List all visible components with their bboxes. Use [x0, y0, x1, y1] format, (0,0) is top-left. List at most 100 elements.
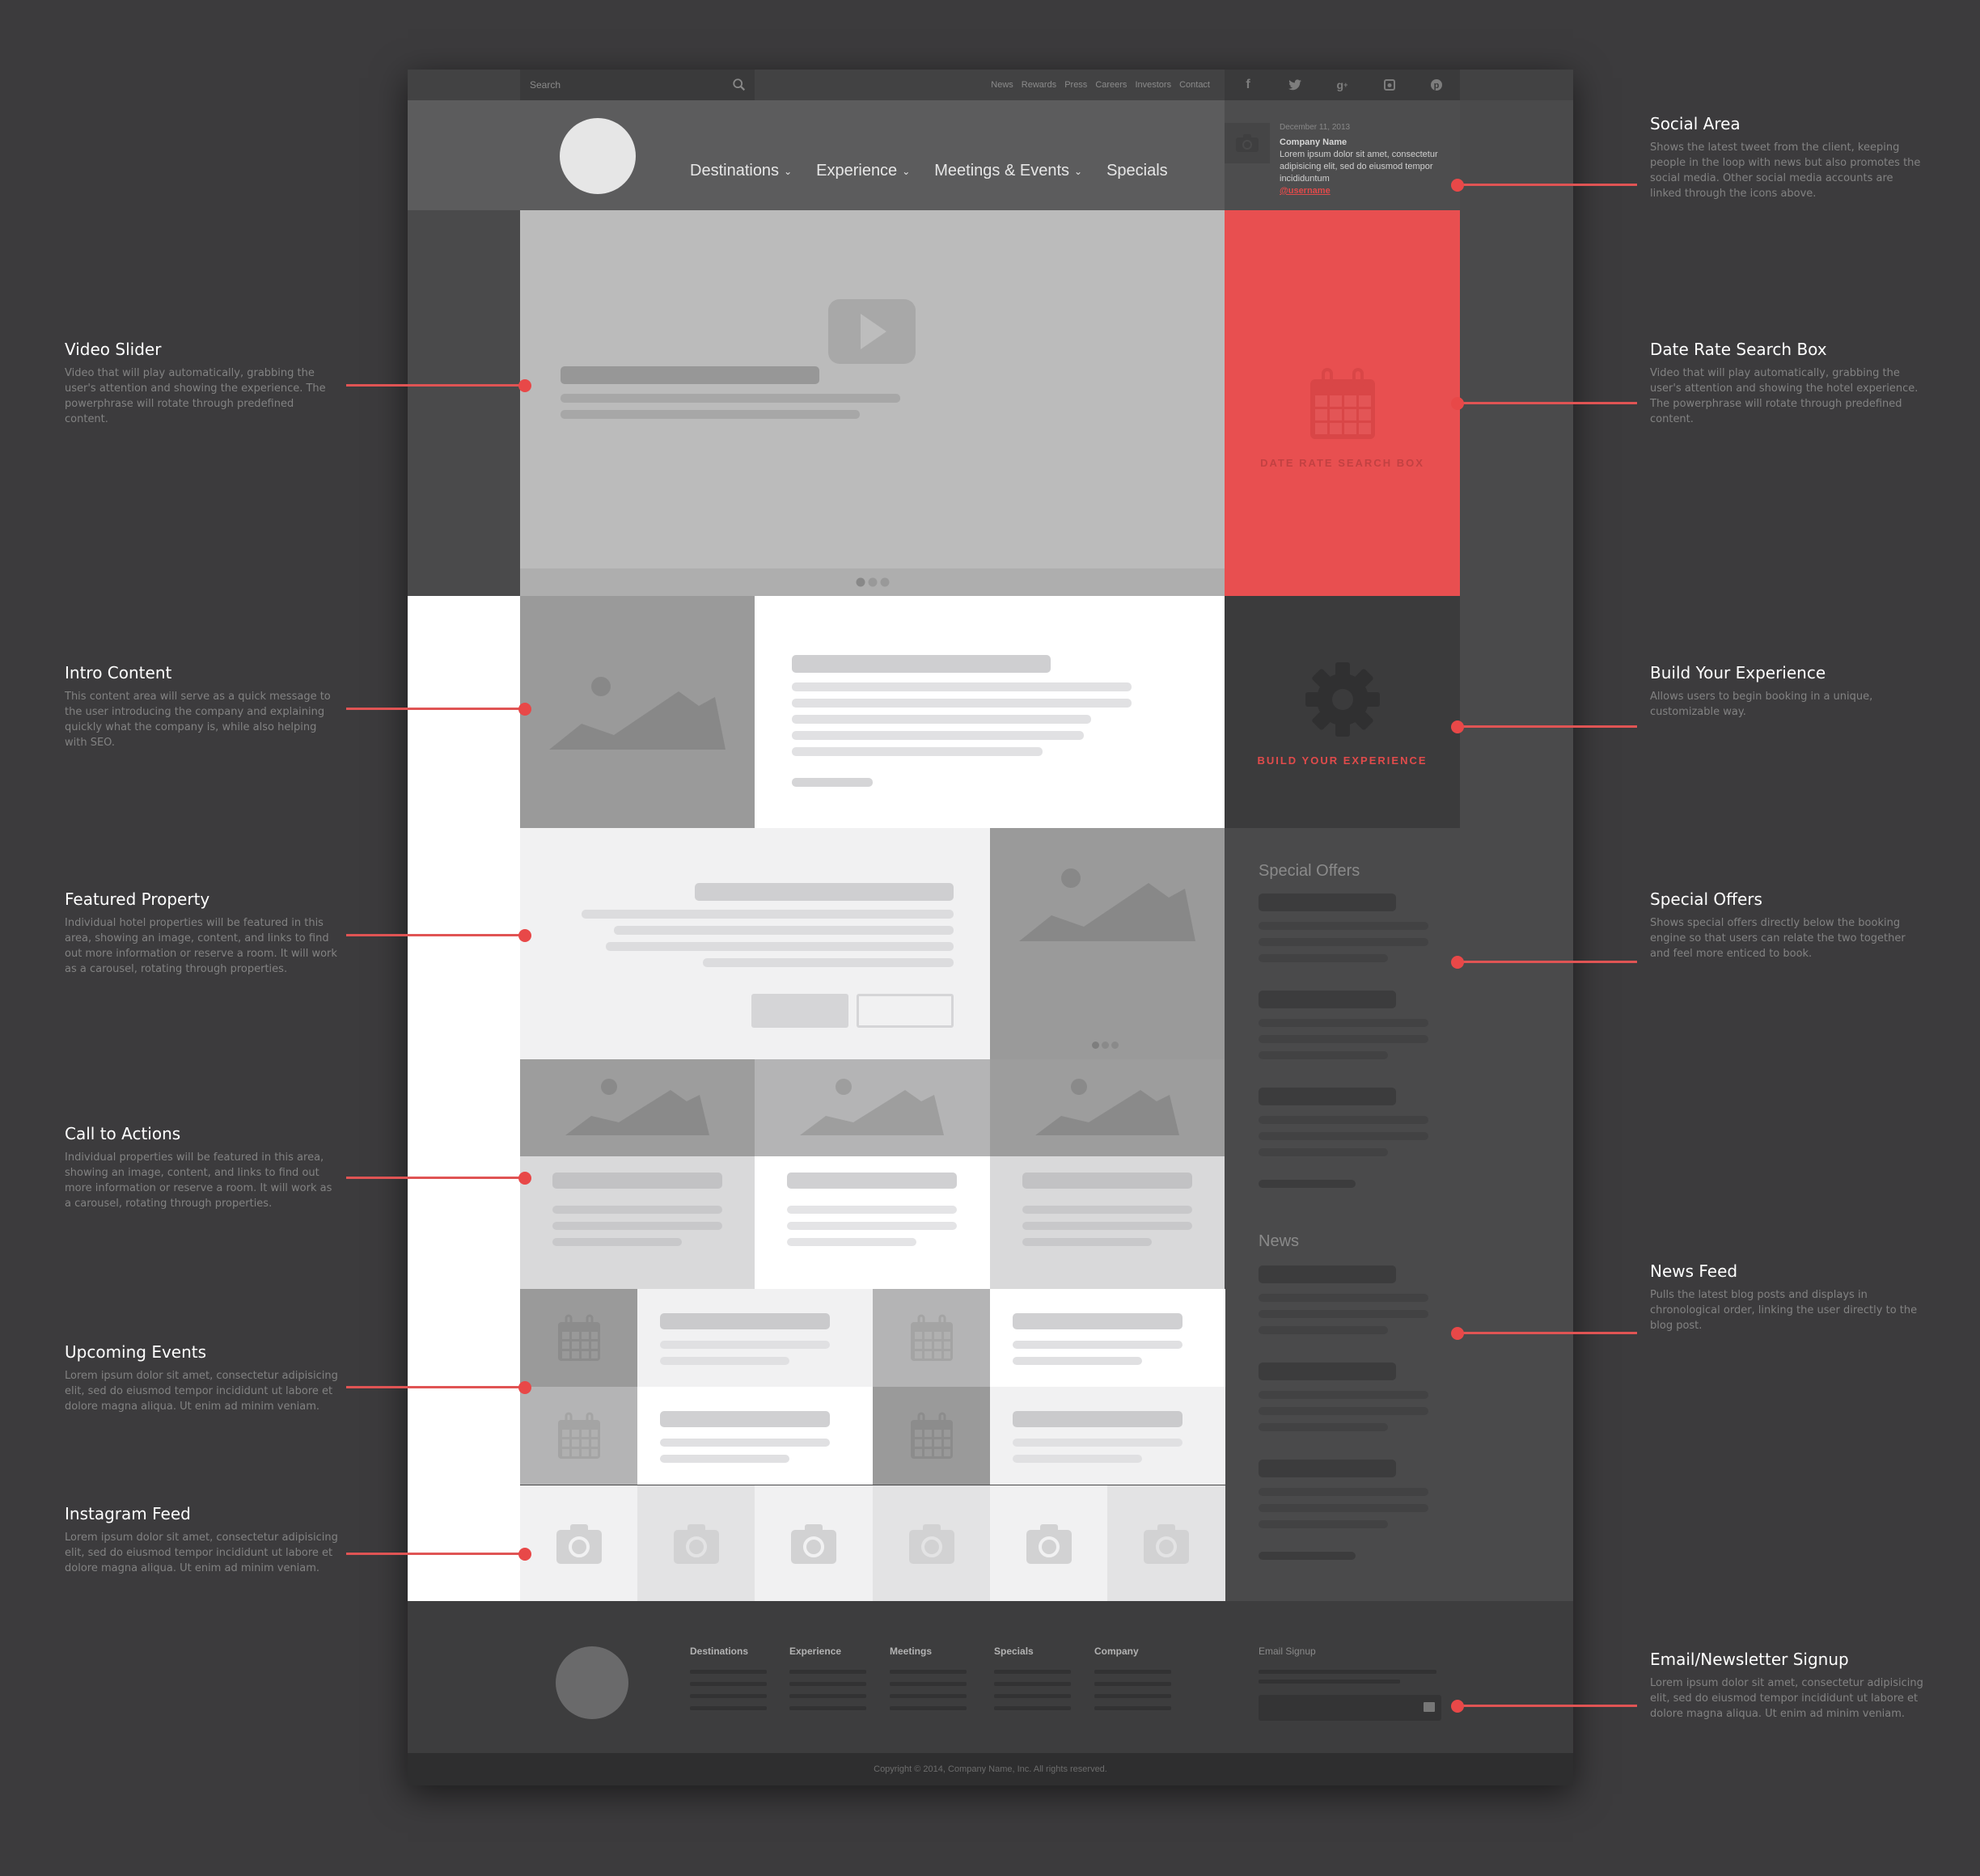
footer-link[interactable] [789, 1694, 866, 1698]
footer-link[interactable] [994, 1694, 1071, 1698]
cta-image[interactable] [990, 1059, 1225, 1156]
footer-col-experience[interactable]: Experience [789, 1646, 841, 1657]
event-item[interactable] [990, 1387, 1225, 1485]
slide-dot[interactable] [856, 577, 865, 587]
event-date-tile[interactable] [873, 1387, 990, 1485]
offer-title-placeholder[interactable] [1259, 1363, 1396, 1380]
callout-line [1461, 1705, 1637, 1707]
instagram-photo[interactable] [755, 1485, 874, 1601]
instagram-photo[interactable] [989, 1485, 1108, 1601]
footer-link[interactable] [1094, 1706, 1171, 1710]
headline-placeholder [792, 655, 1051, 673]
date-rate-search-box[interactable]: DATE RATE SEARCH BOX [1225, 210, 1460, 596]
callout-line [346, 934, 524, 936]
footer-col-specials[interactable]: Specials [994, 1646, 1034, 1657]
utility-link-careers[interactable]: Careers [1095, 80, 1127, 90]
nav-meetings-events[interactable]: Meetings & Events ⌄ [934, 162, 1082, 180]
search-input[interactable] [530, 70, 724, 100]
callout-dot [518, 929, 531, 942]
footer-link[interactable] [789, 1670, 866, 1674]
utility-link-investors[interactable]: Investors [1135, 80, 1171, 90]
footer-link[interactable] [690, 1682, 767, 1686]
google-plus-icon[interactable]: g + [1333, 76, 1351, 94]
offer-title-placeholder[interactable] [1259, 1460, 1396, 1477]
callout-line [1461, 1332, 1637, 1334]
text-placeholder [614, 926, 954, 935]
nav-destinations[interactable]: Destinations ⌄ [690, 162, 792, 180]
camera-icon [1026, 1523, 1072, 1564]
callout-dot [518, 379, 531, 392]
footer-link[interactable] [994, 1706, 1071, 1710]
camera-icon [1236, 134, 1259, 152]
footer-link[interactable] [690, 1694, 767, 1698]
cta-image[interactable] [755, 1059, 990, 1156]
slide-dot[interactable] [1111, 1042, 1119, 1049]
footer-link[interactable] [890, 1670, 967, 1674]
slide-dot[interactable] [868, 577, 877, 587]
slide-dot[interactable] [1102, 1042, 1109, 1049]
more-info-button[interactable] [751, 994, 848, 1028]
footer-link[interactable] [1094, 1694, 1171, 1698]
instagram-photo[interactable] [1107, 1485, 1225, 1601]
instagram-photo[interactable] [520, 1485, 638, 1601]
event-item[interactable] [990, 1289, 1225, 1387]
pinterest-icon[interactable]: p [1428, 76, 1445, 94]
image-icon [800, 1079, 944, 1135]
footer-col-company[interactable]: Company [1094, 1646, 1139, 1657]
footer-link[interactable] [890, 1694, 967, 1698]
instagram-photo[interactable] [637, 1485, 756, 1601]
video-slider[interactable] [520, 210, 1225, 568]
slide-dot[interactable] [880, 577, 889, 587]
reserve-button[interactable] [857, 994, 954, 1028]
play-icon[interactable] [828, 299, 916, 364]
footer-link[interactable] [994, 1682, 1071, 1686]
build-your-experience[interactable]: BUILD YOUR EXPERIENCE [1225, 596, 1460, 828]
nav-experience[interactable]: Experience ⌄ [816, 162, 910, 180]
tweet-username[interactable]: @username [1280, 186, 1331, 196]
search-icon[interactable] [732, 78, 747, 92]
footer-logo[interactable] [556, 1646, 628, 1719]
footer-link[interactable] [690, 1706, 767, 1710]
utility-link-contact[interactable]: Contact [1179, 80, 1210, 90]
text-placeholder [1259, 922, 1428, 930]
footer-link[interactable] [1094, 1670, 1171, 1674]
footer-link[interactable] [789, 1682, 866, 1686]
footer-link[interactable] [890, 1706, 967, 1710]
event-date-tile[interactable] [520, 1289, 637, 1387]
footer-link[interactable] [890, 1682, 967, 1686]
utility-link-news[interactable]: News [991, 80, 1013, 90]
footer-link[interactable] [789, 1706, 866, 1710]
mail-icon[interactable] [1424, 1702, 1435, 1712]
event-item[interactable] [637, 1289, 873, 1387]
featured-property-image[interactable] [990, 828, 1225, 1059]
footer-link[interactable] [690, 1670, 767, 1674]
utility-link-press[interactable]: Press [1064, 80, 1087, 90]
twitter-icon[interactable] [1286, 76, 1304, 94]
view-all-link[interactable] [1259, 1552, 1356, 1560]
utility-link-rewards[interactable]: Rewards [1022, 80, 1056, 90]
offer-title-placeholder[interactable] [1259, 894, 1396, 911]
offer-title-placeholder[interactable] [1259, 1088, 1396, 1105]
offer-title-placeholder[interactable] [1259, 1265, 1396, 1283]
instagram-photo[interactable] [872, 1485, 991, 1601]
search-box [520, 70, 755, 100]
read-more-link[interactable] [792, 778, 873, 787]
footer-link[interactable] [994, 1670, 1071, 1674]
event-date-tile[interactable] [873, 1289, 990, 1387]
event-date-tile[interactable] [520, 1387, 637, 1485]
facebook-icon[interactable]: f [1239, 76, 1257, 94]
offer-title-placeholder[interactable] [1259, 991, 1396, 1008]
slide-dot[interactable] [1092, 1042, 1099, 1049]
footer-col-destinations[interactable]: Destinations [690, 1646, 748, 1657]
footer-link[interactable] [1094, 1682, 1171, 1686]
logo[interactable] [560, 118, 636, 194]
annotation-title: Special Offers [1650, 889, 1762, 909]
event-item[interactable] [637, 1387, 873, 1485]
footer-col-meetings[interactable]: Meetings [890, 1646, 932, 1657]
text-placeholder [660, 1439, 830, 1447]
view-all-link[interactable] [1259, 1180, 1356, 1188]
email-input[interactable] [1259, 1695, 1412, 1721]
instagram-icon[interactable] [1381, 76, 1398, 94]
nav-specials[interactable]: Specials [1106, 162, 1168, 180]
cta-image[interactable] [520, 1059, 755, 1156]
